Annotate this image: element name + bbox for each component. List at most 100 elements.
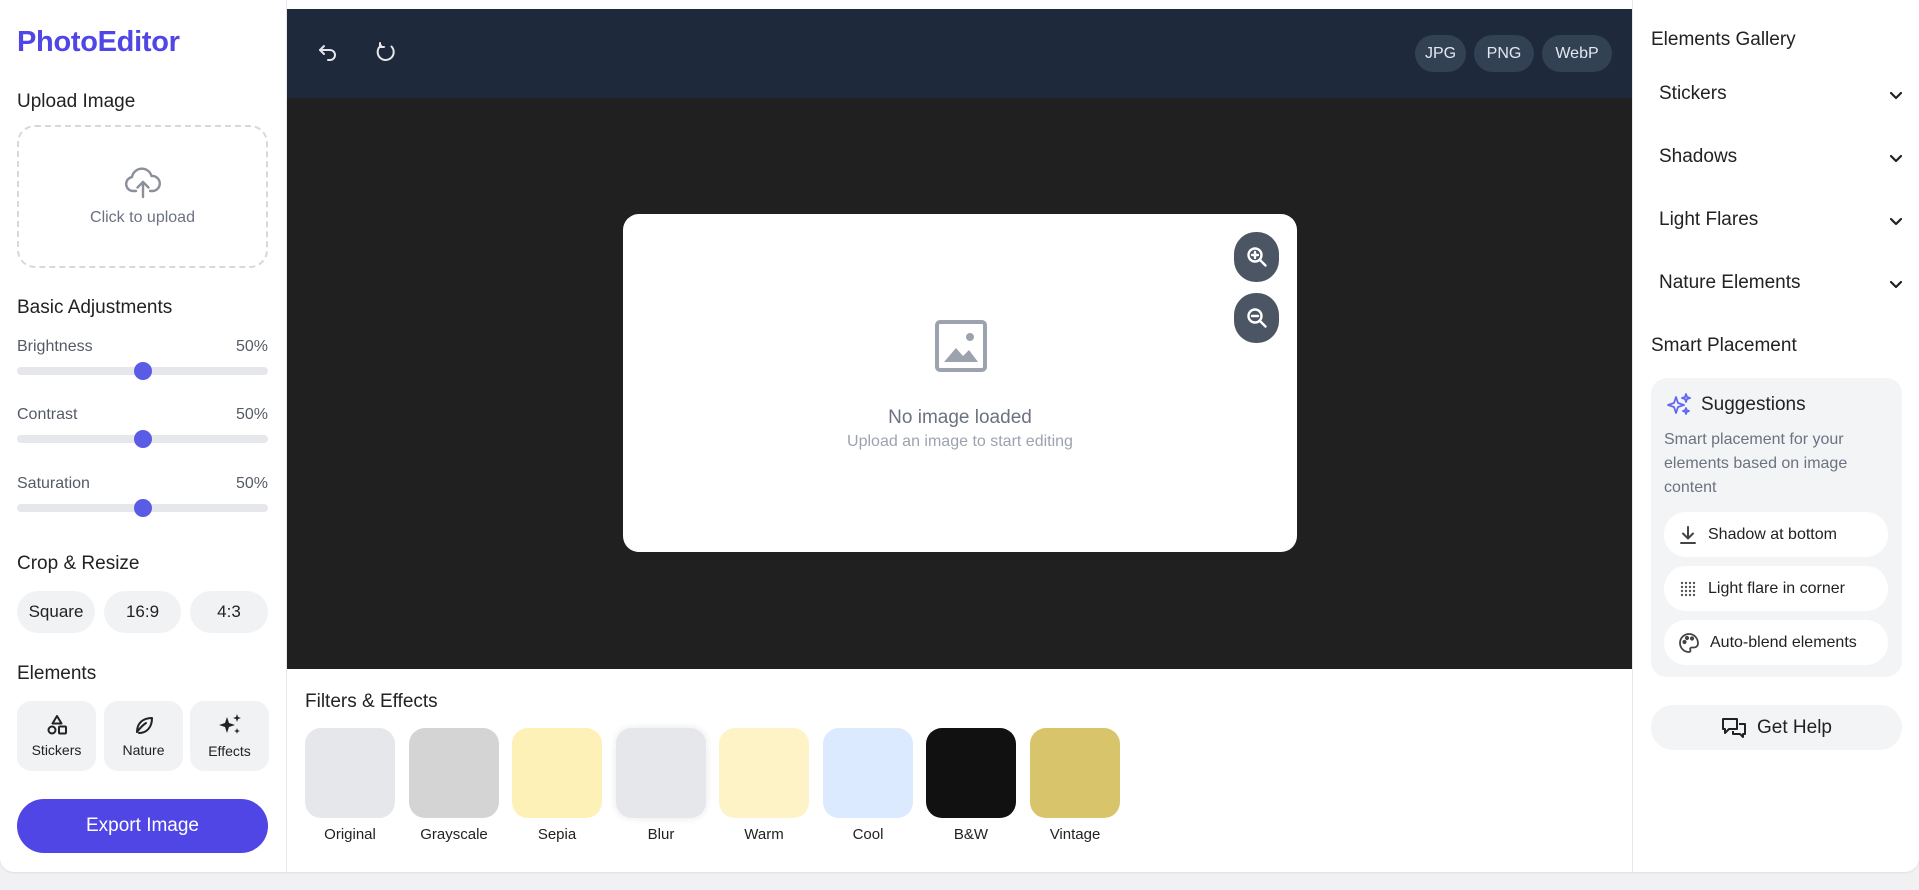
zoom-out-button[interactable]: [1234, 293, 1279, 343]
elements-effects-button[interactable]: Effects: [190, 701, 269, 771]
elements-title: Elements: [17, 663, 97, 684]
download-icon: [1680, 525, 1696, 544]
saturation-slider[interactable]: Saturation 50%: [17, 475, 268, 517]
filter-label: Warm: [744, 826, 784, 843]
suggestions-header: Suggestions: [1666, 393, 1806, 417]
smart-placement-title: Smart Placement: [1651, 335, 1797, 356]
image-placeholder-icon: [935, 320, 987, 372]
help-label: Get Help: [1757, 716, 1832, 738]
top-toolbar: JPG PNG WebP: [287, 9, 1632, 98]
suggestion-label: Auto-blend elements: [1710, 633, 1857, 651]
accordion-label: Stickers: [1659, 83, 1727, 104]
chat-icon: [1722, 717, 1746, 738]
suggestion-shadow-bottom-button[interactable]: Shadow at bottom: [1664, 512, 1888, 557]
filter-warm[interactable]: Warm: [719, 728, 809, 843]
empty-state-subtitle: Upload an image to start editing: [847, 433, 1073, 450]
filter-label: Original: [324, 826, 376, 843]
slider-value: 50%: [235, 475, 268, 492]
filter-swatch[interactable]: [616, 728, 706, 818]
accordion-label: Nature Elements: [1659, 272, 1801, 293]
zoom-out-icon: [1246, 308, 1267, 328]
filter-label: Blur: [647, 826, 675, 843]
gallery-nature-elements-accordion[interactable]: Nature Elements: [1659, 272, 1904, 294]
filter-sepia[interactable]: Sepia: [512, 728, 602, 843]
filter-swatch[interactable]: [719, 728, 809, 818]
filter-blur[interactable]: Blur: [616, 728, 706, 843]
upload-dropzone[interactable]: Click to upload: [17, 125, 268, 268]
filters-panel: Filters & Effects Original Grayscale Sep…: [287, 669, 1632, 872]
filter-swatch[interactable]: [305, 728, 395, 818]
filter-vintage[interactable]: Vintage: [1030, 728, 1120, 843]
format-jpg-button[interactable]: JPG: [1415, 35, 1466, 72]
filter-swatch[interactable]: [926, 728, 1016, 818]
zoom-in-icon: [1246, 247, 1267, 267]
crop-resize-title: Crop & Resize: [17, 553, 140, 574]
elements-nature-button[interactable]: Nature: [104, 701, 183, 771]
suggestion-label: Light flare in corner: [1708, 579, 1845, 597]
crop-16-9-button[interactable]: 16:9: [104, 591, 181, 633]
reset-icon[interactable]: [371, 37, 401, 67]
suggestion-auto-blend-button[interactable]: Auto-blend elements: [1664, 620, 1888, 665]
undo-icon[interactable]: [313, 37, 343, 67]
basic-adjustments-title: Basic Adjustments: [17, 297, 173, 318]
slider-label: Saturation: [17, 475, 90, 492]
filter-label: B&W: [953, 826, 989, 843]
filter-label: Grayscale: [420, 826, 488, 843]
elements-gallery-title: Elements Gallery: [1651, 29, 1796, 50]
cloud-upload-icon: [124, 167, 161, 198]
slider-thumb[interactable]: [133, 362, 152, 380]
shapes-icon: [47, 715, 67, 735]
gallery-light-flares-accordion[interactable]: Light Flares: [1659, 209, 1904, 231]
filter-swatch[interactable]: [823, 728, 913, 818]
suggestions-panel: Suggestions Smart placement for your ele…: [1651, 378, 1902, 677]
slider-label: Contrast: [17, 406, 78, 423]
palette-icon: [1679, 632, 1699, 653]
format-webp-button[interactable]: WebP: [1542, 35, 1612, 72]
contrast-slider[interactable]: Contrast 50%: [17, 406, 268, 448]
filter-label: Sepia: [537, 826, 577, 843]
export-image-button[interactable]: Export Image: [17, 799, 268, 853]
chevron-down-icon: [1889, 280, 1903, 289]
filters-title: Filters & Effects: [305, 691, 438, 712]
app-logo: PhotoEditor: [17, 26, 180, 58]
filter-label: Vintage: [1049, 826, 1101, 843]
filter-swatch[interactable]: [1030, 728, 1120, 818]
slider-value: 50%: [235, 338, 268, 355]
gallery-shadows-accordion[interactable]: Shadows: [1659, 146, 1904, 168]
right-sidebar: Elements Gallery Stickers Shadows Light …: [1632, 0, 1919, 872]
slider-thumb[interactable]: [133, 430, 152, 448]
elements-label: Stickers: [31, 742, 82, 758]
accordion-label: Light Flares: [1659, 209, 1759, 230]
filter-swatch[interactable]: [409, 728, 499, 818]
format-png-button[interactable]: PNG: [1474, 35, 1534, 72]
crop-square-button[interactable]: Square: [17, 591, 95, 633]
suggestion-light-flare-button[interactable]: Light flare in corner: [1664, 566, 1888, 611]
suggestions-description: Smart placement for your elements based …: [1664, 431, 1848, 496]
suggestions-title: Suggestions: [1701, 394, 1806, 415]
accordion-label: Shadows: [1659, 146, 1738, 167]
get-help-button[interactable]: Get Help: [1651, 705, 1902, 750]
filter-label: Cool: [852, 826, 884, 843]
brightness-slider[interactable]: Brightness 50%: [17, 338, 268, 380]
filter-original[interactable]: Original: [305, 728, 395, 843]
gallery-stickers-accordion[interactable]: Stickers: [1659, 83, 1904, 105]
chevron-down-icon: [1889, 91, 1903, 100]
zoom-in-button[interactable]: [1234, 232, 1279, 282]
filter-swatch[interactable]: [512, 728, 602, 818]
photo-editor-app: PhotoEditor Upload Image Click to upload…: [0, 0, 1919, 872]
crop-4-3-button[interactable]: 4:3: [190, 591, 268, 633]
slider-value: 50%: [235, 406, 268, 423]
elements-stickers-button[interactable]: Stickers: [17, 701, 96, 771]
sparkles-icon: [1667, 393, 1691, 415]
filter-grayscale[interactable]: Grayscale: [409, 728, 499, 843]
image-canvas[interactable]: No image loaded Upload an image to start…: [623, 214, 1297, 552]
filter-cool[interactable]: Cool: [823, 728, 913, 843]
elements-label: Effects: [208, 743, 251, 759]
chevron-down-icon: [1889, 154, 1903, 163]
slider-thumb[interactable]: [133, 499, 152, 517]
dot-grid-icon: [1680, 581, 1696, 596]
filter-bw[interactable]: B&W: [926, 728, 1016, 843]
chevron-down-icon: [1889, 217, 1903, 226]
suggestion-label: Shadow at bottom: [1708, 525, 1837, 543]
upload-section-title: Upload Image: [17, 91, 136, 112]
